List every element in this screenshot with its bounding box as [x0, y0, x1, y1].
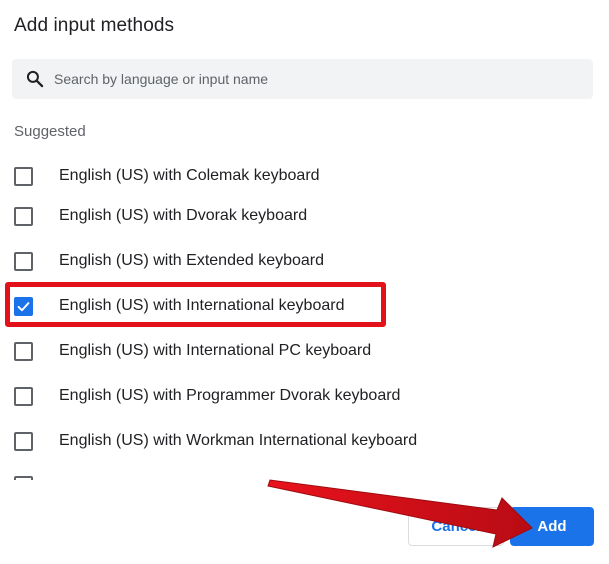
add-input-methods-dialog: Add input methods Suggested English (US)… [0, 0, 609, 564]
list-item[interactable]: English (US) with Workman International … [0, 419, 609, 464]
checkbox[interactable] [14, 432, 33, 451]
search-input[interactable] [54, 59, 574, 99]
checkbox[interactable] [14, 252, 33, 271]
checkbox[interactable] [14, 387, 33, 406]
add-button[interactable]: Add [510, 507, 594, 546]
list-item-label: English (US) with International PC keybo… [59, 342, 372, 359]
search-icon [25, 69, 45, 89]
cancel-button[interactable]: Cancel [408, 507, 504, 546]
list-item-label: English (US) with Programmer Dvorak keyb… [59, 387, 401, 404]
list-item[interactable]: English (US) with Colemak keyboard [0, 154, 609, 199]
checkbox[interactable] [14, 342, 33, 361]
checkbox[interactable] [14, 207, 33, 226]
list-item[interactable]: English (US) with International PC keybo… [0, 329, 609, 374]
checkbox[interactable] [14, 167, 33, 186]
list-item-label: English (US) with Dvorak keyboard [59, 207, 308, 224]
list-item[interactable]: English (US) with Extended keyboard [0, 239, 609, 284]
list-item-label: English (US) with Colemak keyboard [59, 167, 320, 184]
section-label-suggested: Suggested [14, 123, 86, 140]
list-item-label: English (US) with Extended keyboard [59, 252, 325, 269]
list-item[interactable]: English (US) with Programmer Dvorak keyb… [0, 374, 609, 419]
search-box[interactable] [12, 59, 593, 99]
dialog-title: Add input methods [14, 15, 175, 36]
partially-visible-checkbox [14, 476, 33, 480]
annotation-highlight-box [5, 282, 386, 327]
list-item-label: English (US) with Workman International … [59, 432, 418, 449]
list-item[interactable]: English (US) with Dvorak keyboard [0, 194, 609, 239]
